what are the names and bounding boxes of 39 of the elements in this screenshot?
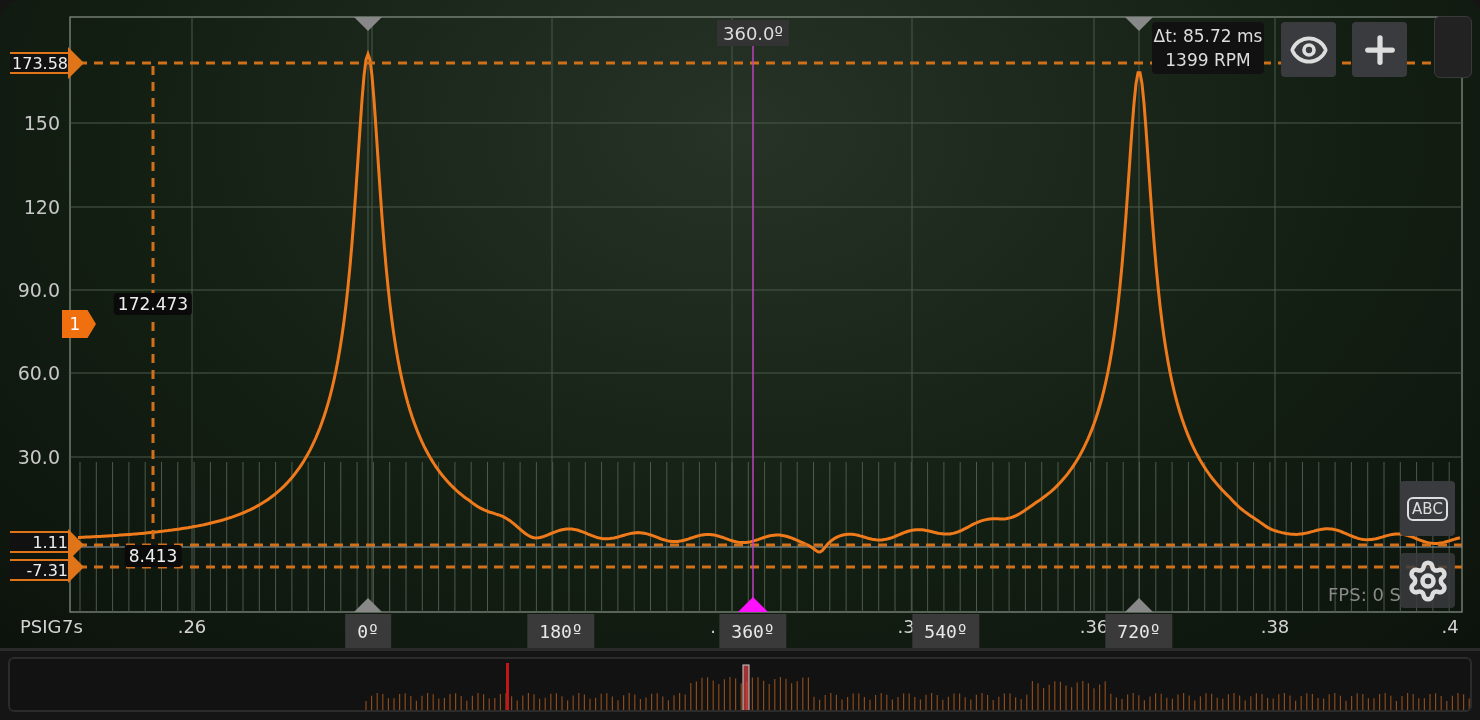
settings-button[interactable] <box>1400 553 1455 608</box>
marker-triangle[interactable] <box>1125 17 1153 31</box>
x-axis-label: .3 <box>897 616 915 637</box>
rpm-text: 1399 RPM <box>1165 49 1251 71</box>
cursor-readout: 172.473 <box>113 293 193 315</box>
x-axis-label: .26 <box>177 616 207 637</box>
x-axis-label: . <box>710 616 716 637</box>
overview-strip[interactable] <box>8 657 1472 712</box>
level-cursor-label[interactable]: 1.11 <box>10 531 68 553</box>
y-axis-label: 120 <box>23 196 60 218</box>
marker-triangle[interactable] <box>354 598 382 612</box>
angle-marker-label[interactable]: 0º <box>345 614 391 648</box>
y-axis-unit: PSIG <box>20 616 62 637</box>
cursor-angle-label: 360.0º <box>717 20 789 46</box>
cursor-readout: 8.413 <box>124 545 182 567</box>
x-axis-label: .4 <box>1441 616 1459 637</box>
add-button[interactable] <box>1352 22 1407 77</box>
labels-button[interactable]: ABC <box>1400 481 1455 536</box>
angle-marker-label[interactable]: 360º <box>719 614 787 648</box>
level-cursor-label[interactable]: -7.31 <box>10 559 68 581</box>
x-axis-label: .38 <box>1260 616 1290 637</box>
marker-triangle[interactable] <box>354 17 382 31</box>
y-axis-label: 150 <box>23 112 60 134</box>
angle-marker-label[interactable]: 540º <box>912 614 980 648</box>
status-text: FPS: 0 S <box>1328 584 1402 605</box>
angle-marker-label[interactable]: 180º <box>527 614 595 648</box>
marker-triangle[interactable] <box>1125 598 1153 612</box>
delta-time-text: Δt: 85.72 ms <box>1153 25 1263 47</box>
y-axis-label: 90.0 <box>17 279 60 301</box>
overview-marker[interactable] <box>506 663 509 710</box>
angle-marker-label[interactable]: 720º <box>1105 614 1173 648</box>
x-axis-unit: 7s <box>62 616 83 637</box>
level-cursor-label[interactable]: 173.58 <box>10 52 68 74</box>
visibility-button[interactable] <box>1281 22 1336 77</box>
level-pointer-icon[interactable] <box>68 47 84 79</box>
panel-handle[interactable] <box>1434 16 1472 78</box>
cursor-triangle[interactable] <box>738 597 768 612</box>
y-axis-label: 30.0 <box>17 446 60 468</box>
y-axis-label: 60.0 <box>17 362 60 384</box>
